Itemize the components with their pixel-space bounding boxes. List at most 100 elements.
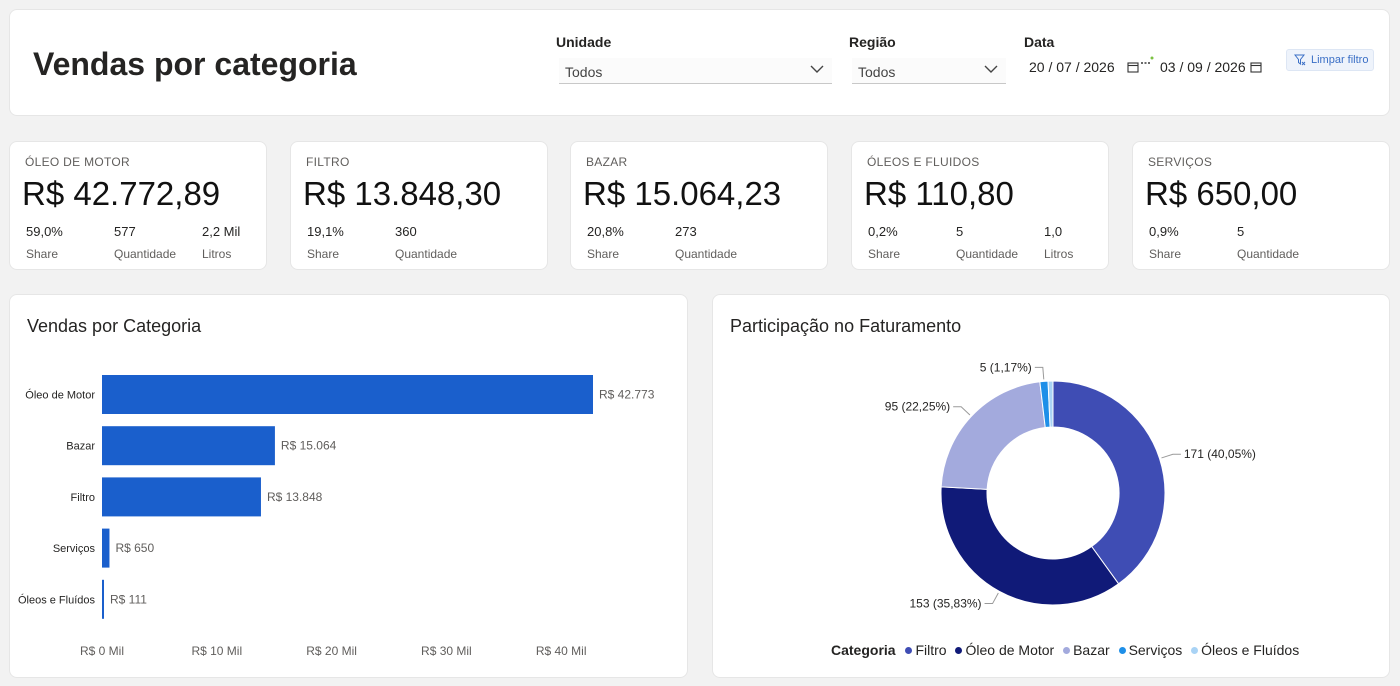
kpi-stat-share: 0,9% Share: [1149, 224, 1181, 261]
calendar-icon[interactable]: [1127, 61, 1139, 73]
legend-item-oleos-e-fluidos[interactable]: Óleos e Fluídos: [1191, 642, 1299, 658]
data-label: R$ 650: [115, 541, 154, 555]
leader-line: [1161, 453, 1181, 459]
kpi-stat-label: Litros: [202, 247, 232, 261]
regiao-value: Todos: [858, 64, 896, 80]
calendar-icon[interactable]: [1250, 61, 1262, 73]
kpi-card-oleo-de-motor: ÓLEO DE MOTOR R$ 42.772,89 59,0% Share 5…: [9, 141, 267, 270]
kpi-title: ÓLEO DE MOTOR: [25, 155, 131, 169]
legend-item-bazar[interactable]: Bazar: [1063, 642, 1110, 658]
kpi-stat-label: Quantidade: [114, 247, 177, 261]
unidade-value: Todos: [565, 64, 603, 80]
kpi-stat-value: 20,8%: [587, 224, 624, 239]
bar[interactable]: [102, 477, 261, 517]
kpi-stat-quantidade: 360 Quantidade: [395, 224, 457, 261]
end-date-input[interactable]: 03 / 09 / 2026: [1160, 59, 1272, 79]
kpi-stat-value: 0,2%: [868, 224, 898, 239]
bar[interactable]: [102, 528, 110, 568]
header-card: Vendas por categoria Unidade Todos Regiã…: [9, 9, 1390, 116]
regiao-dropdown[interactable]: Todos: [852, 58, 1006, 84]
donut-slice[interactable]: [1052, 380, 1166, 585]
kpi-title: ÓLEOS E FLUIDOS: [867, 155, 980, 169]
data-label: R$ 111: [110, 592, 147, 606]
kpi-stat-share: 59,0% Share: [26, 224, 63, 261]
donut-chart: 171 (40,05%) 153 (35,83%) 95 (22,25%) 5 (1,…: [885, 360, 1256, 610]
bar[interactable]: [102, 375, 593, 414]
legend-dot: [905, 647, 913, 654]
category-label: Óleos e Fluídos: [18, 593, 96, 606]
kpi-title: FILTRO: [306, 155, 350, 169]
legend-dot: [1118, 647, 1126, 654]
kpi-stat-label: Quantidade: [1237, 247, 1300, 261]
kpi-stat-value: 1,0: [1044, 224, 1063, 239]
kpi-card-filtro: FILTRO R$ 13.848,30 19,1% Share 360 Quan…: [290, 141, 548, 270]
page-title: Vendas por categoria: [33, 46, 357, 82]
legend-label: Serviços: [1128, 642, 1183, 658]
kpi-stat-quantidade: 5 Quantidade: [1237, 224, 1299, 261]
category-label: Filtro: [71, 492, 95, 504]
donut-chart-panel: Participação no Faturamento 171 (40,05%)…: [712, 294, 1390, 678]
kpi-stat-quantidade: 5 Quantidade: [956, 224, 1018, 261]
kpi-stat-value: 273: [675, 224, 697, 239]
kpi-stat-share: 0,2% Share: [868, 224, 900, 261]
chevron-down-icon: [984, 65, 998, 73]
kpi-stat-share: 19,1% Share: [307, 224, 344, 261]
kpi-stat-quantidade: 577 Quantidade: [114, 224, 176, 261]
kpi-stat-value: 59,0%: [26, 224, 63, 239]
data-label: R$ 15.064: [281, 439, 337, 453]
data-label: R$ 42.773: [599, 388, 655, 402]
kpi-card-oleos-e-fluidos: ÓLEOS E FLUIDOS R$ 110,80 0,2% Share 5 Q…: [851, 141, 1109, 270]
kpi-stat-label: Share: [868, 247, 901, 261]
chevron-down-icon: [810, 65, 824, 73]
kpi-value: R$ 15.064,23: [583, 175, 782, 212]
bar-chart: Óleo de Motor R$ 42.773 Bazar R$ 15.064 Filt…: [18, 375, 655, 658]
legend-dot: [1063, 647, 1071, 654]
x-tick-label: R$ 0 Mil: [80, 644, 124, 658]
clear-filter-label: Limpar filtro: [1311, 54, 1369, 66]
kpi-stat-value: 577: [114, 224, 136, 239]
legend-item-oleo-de-motor[interactable]: Óleo de Motor: [955, 642, 1054, 658]
slice-data-label: 95 (22,25%): [885, 400, 950, 414]
legend-item-servicos[interactable]: Serviços: [1118, 642, 1183, 658]
end-date-value: 03 / 09 / 2026: [1160, 59, 1246, 75]
kpi-stat-label: Share: [1149, 247, 1182, 261]
kpi-stat-value: 5: [1237, 224, 1245, 239]
kpi-stat-value: 0,9%: [1149, 224, 1179, 239]
unidade-label: Unidade: [556, 34, 612, 50]
slice-data-label: 171 (40,05%): [1184, 447, 1256, 461]
legend-dot: [955, 647, 963, 654]
kpi-stat-label: Litros: [1044, 247, 1074, 261]
unidade-dropdown[interactable]: Todos: [559, 58, 832, 84]
slice-data-label: 5 (1,17%): [980, 360, 1032, 374]
legend-item-filtro[interactable]: Filtro: [905, 642, 947, 658]
legend-title: Categoria: [831, 642, 896, 658]
kpi-stat-label: Share: [307, 247, 340, 261]
category-label: Óleo de Motor: [25, 389, 95, 402]
kpi-stat-label: Quantidade: [675, 247, 738, 261]
x-tick-label: R$ 40 Mil: [536, 644, 587, 658]
data-label: R$ 13.848: [267, 490, 323, 504]
clear-filter-button[interactable]: Limpar filtro: [1286, 49, 1374, 71]
donut-slice[interactable]: [940, 381, 1046, 490]
start-date-input[interactable]: 20 / 07 / 2026: [1029, 59, 1141, 79]
kpi-stat-share: 20,8% Share: [587, 224, 624, 261]
legend-label: Filtro: [915, 642, 947, 658]
kpi-stat-value: 360: [395, 224, 417, 239]
bar[interactable]: [102, 426, 275, 466]
kpi-card-servicos: SERVIÇOS R$ 650,00 0,9% Share 5 Quantida…: [1132, 141, 1390, 270]
bar[interactable]: [102, 579, 104, 619]
start-date-value: 20 / 07 / 2026: [1029, 59, 1115, 75]
filter-clear-icon: [1294, 54, 1306, 66]
kpi-value: R$ 650,00: [1145, 175, 1298, 212]
leader-line: [984, 592, 999, 605]
category-label: Bazar: [66, 441, 95, 453]
leader-line: [1034, 366, 1045, 380]
regiao-label: Região: [849, 34, 896, 50]
data-label: Data: [1024, 34, 1055, 50]
kpi-title: SERVIÇOS: [1148, 155, 1213, 169]
kpi-stat-value: 19,1%: [307, 224, 344, 239]
category-label: Serviços: [53, 543, 96, 555]
kpi-stat-label: Quantidade: [395, 247, 458, 261]
date-range-separator-icon: [1141, 56, 1154, 64]
kpi-value: R$ 42.772,89: [22, 175, 221, 212]
